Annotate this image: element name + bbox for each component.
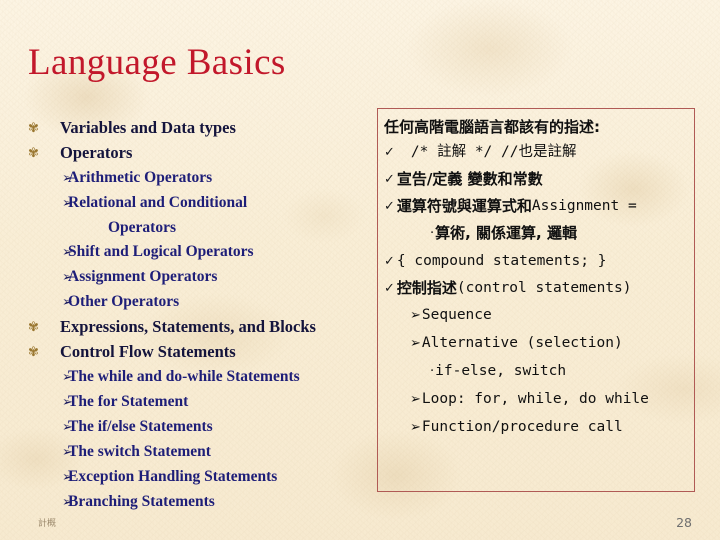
outline-item-level2: ➢ Relational and Conditional: [22, 191, 370, 215]
panel-row-text-code: (control statements): [456, 280, 632, 296]
panel-row-text-code: Assignment =: [531, 198, 637, 214]
panel-row: ➢ Sequence: [384, 302, 690, 330]
flower-bullet-icon: ✾: [28, 319, 39, 334]
chevron-right-icon: ➢: [62, 444, 73, 459]
outline-item-level1: ✾ Control Flow Statements: [22, 340, 370, 364]
panel-row: · 算術, 關係運算, 邏輯: [384, 220, 690, 248]
panel-row: · if-else, switch: [384, 358, 690, 386]
chevron-right-icon: ➢: [410, 308, 421, 323]
outline-item-label: The if/else Statements: [68, 418, 213, 435]
outline-item-label: Operators: [60, 143, 133, 162]
page-title: Language Basics: [28, 42, 286, 83]
outline-item-level2: ➢ Arithmetic Operators: [22, 166, 370, 190]
panel-row-text-code: Function/procedure call: [421, 419, 623, 435]
outline-item-level2: ➢ The while and do-while Statements: [22, 365, 370, 389]
chevron-right-icon: ➢: [62, 244, 73, 259]
outline-item-level1: ✾ Expressions, Statements, and Blocks: [22, 315, 370, 339]
outline-item-label: Exception Handling Statements: [68, 468, 278, 485]
panel-row: ➢ Loop: for, while, do while: [384, 386, 690, 414]
chevron-right-icon: ➢: [62, 394, 73, 409]
summary-panel: 任何高階電腦語言都該有的指述: ✓/* 註解 */ //也是註解 ✓ 宣告/定義 變…: [377, 108, 695, 492]
chevron-right-icon: ➢: [62, 419, 73, 434]
flower-bullet-icon: ✾: [28, 120, 39, 135]
panel-row: ➢ Function/procedure call: [384, 414, 690, 442]
outline-item-level1: ✾ Variables and Data types: [22, 116, 370, 140]
flower-bullet-icon: ✾: [28, 344, 39, 359]
outline-item-label-continued: Operators: [108, 219, 177, 236]
slide-canvas: Language Basics ✾ Variables and Data type…: [0, 0, 720, 540]
check-icon: ✓: [384, 281, 395, 296]
panel-row: ✓{ compound statements; }: [384, 248, 690, 275]
panel-row-text-code: Loop: for, while, do while: [421, 391, 649, 407]
chevron-right-icon: ➢: [62, 195, 73, 210]
flower-bullet-icon: ✾: [28, 145, 39, 160]
check-icon: ✓: [384, 172, 395, 187]
panel-row: ✓ /* 註解 */ //也是註解: [384, 139, 690, 166]
page-number: 28: [676, 515, 692, 530]
panel-row: ✓ 控制指述 (control statements): [384, 275, 690, 302]
panel-row-text-cjk: 宣告/定義 變數和常數: [396, 170, 543, 188]
panel-row-text-cjk: 算術, 關係運算, 邏輯: [435, 224, 577, 242]
outline-item-label: The for Statement: [68, 393, 189, 410]
check-icon: ✓: [384, 199, 395, 214]
chevron-right-icon: ➢: [410, 392, 421, 407]
panel-row-text-code: Alternative (selection): [421, 335, 623, 351]
chevron-right-icon: ➢: [62, 469, 73, 484]
outline-item-level1: ✾ Operators: [22, 141, 370, 165]
panel-row-text-cjk: 運算符號與運算式和: [396, 197, 532, 215]
panel-row-list: ✓/* 註解 */ //也是註解 ✓ 宣告/定義 變數和常數 ✓ 運算符號與運算式和 A…: [384, 139, 690, 442]
outline-list: ✾ Variables and Data types ✾ Operators ➢ Arit…: [22, 116, 370, 515]
chevron-right-icon: ➢: [62, 294, 73, 309]
outline-item-level2: ➢ Assignment Operators: [22, 265, 370, 289]
outline-item-level2: ➢ Other Operators: [22, 290, 370, 314]
outline-item-level2: ➢ Branching Statements: [22, 490, 370, 514]
outline-item-label: The switch Statement: [68, 443, 211, 460]
outline-item-level2: ➢ Shift and Logical Operators: [22, 240, 370, 264]
outline-item-label: Relational and Conditional: [68, 194, 248, 211]
panel-row: ✓ 運算符號與運算式和 Assignment =: [384, 193, 690, 220]
footer-label: 計概: [38, 519, 57, 529]
outline-item-label: The while and do-while Statements: [68, 368, 300, 385]
panel-row: ✓ 宣告/定義 變數和常數: [384, 166, 690, 193]
outline-item-level2: ➢ Exception Handling Statements: [22, 465, 370, 489]
outline-item-label: Expressions, Statements, and Blocks: [60, 317, 316, 336]
chevron-right-icon: ➢: [410, 420, 421, 435]
panel-row-text-code: Sequence: [421, 307, 492, 323]
outline-item-label: Assignment Operators: [68, 268, 218, 285]
panel-row-text-code: { compound statements; }: [396, 253, 607, 269]
panel-row-text-code: if-else, switch: [435, 363, 567, 379]
outline-item-label: Shift and Logical Operators: [68, 243, 254, 260]
outline-item-label: Arithmetic Operators: [68, 169, 213, 186]
outline-item-label: Control Flow Statements: [60, 342, 236, 361]
panel-row: ➢ Alternative (selection): [384, 330, 690, 358]
outline-item-label: Variables and Data types: [60, 118, 236, 137]
chevron-right-icon: ➢: [410, 336, 421, 351]
panel-heading: 任何高階電腦語言都該有的指述:: [384, 118, 601, 136]
check-icon: ✓: [384, 254, 395, 269]
outline-item-level2: ➢ The switch Statement: [22, 440, 370, 464]
chevron-right-icon: ➢: [62, 494, 73, 509]
outline-item-level2: ➢ The if/else Statements: [22, 415, 370, 439]
panel-row-text-code: /* 註解 */ //也是註解: [410, 144, 577, 160]
check-icon: ✓: [384, 145, 395, 160]
panel-row-text-cjk: 控制指述: [396, 279, 457, 297]
chevron-right-icon: ➢: [62, 170, 73, 185]
chevron-right-icon: ➢: [62, 369, 73, 384]
outline-item-label: Branching Statements: [68, 493, 215, 510]
outline-item-label: Other Operators: [68, 293, 180, 310]
chevron-right-icon: ➢: [62, 269, 73, 284]
outline-item-level2: ➢ The for Statement: [22, 390, 370, 414]
